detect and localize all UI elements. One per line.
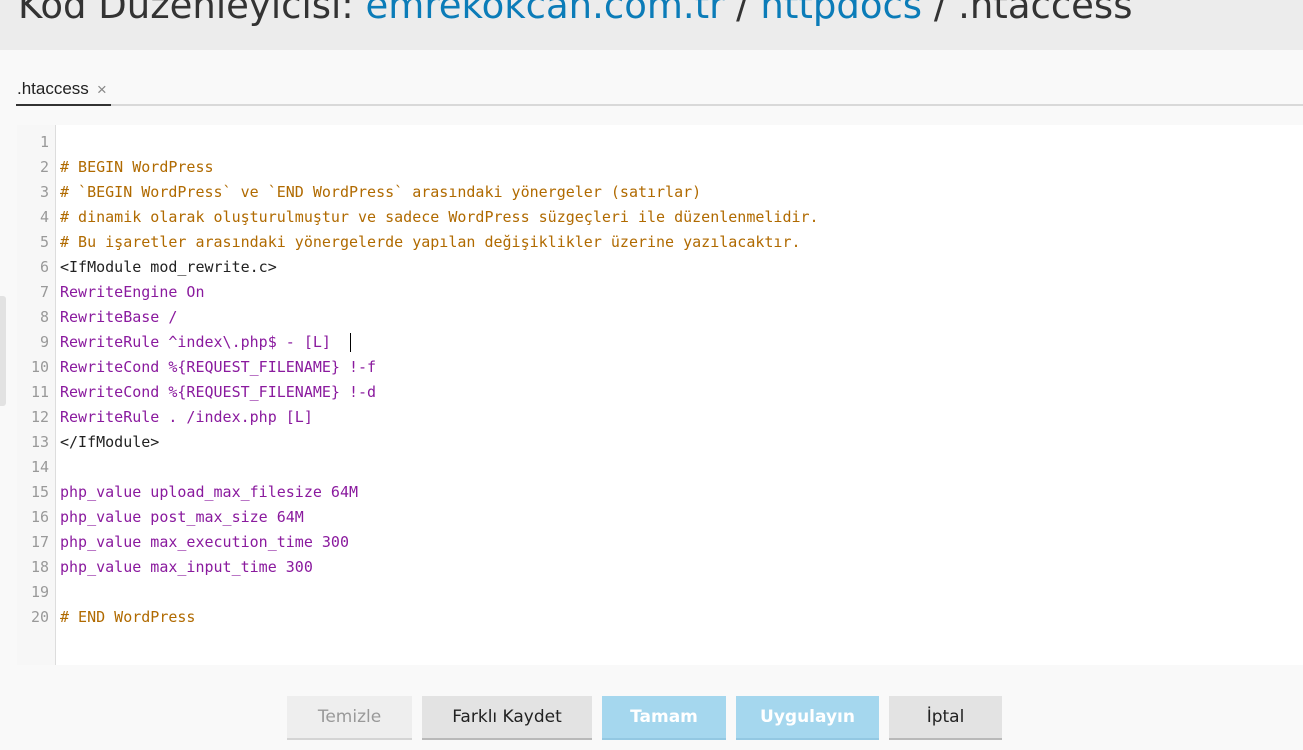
cancel-button[interactable]: İptal <box>889 696 1002 740</box>
line-number: 17 <box>30 533 49 551</box>
code-line: 13 </IfModule> <box>17 430 1303 455</box>
apply-button[interactable]: Uygulayın <box>736 696 879 740</box>
line-number: 6 <box>39 258 49 276</box>
code-text: RewriteCond %{REQUEST_FILENAME} !-f <box>60 358 377 376</box>
line-number: 18 <box>30 558 49 576</box>
code-text: # Bu işaretler arasındaki yönergelerde y… <box>60 233 801 251</box>
resize-handle[interactable] <box>0 296 6 406</box>
line-number: 14 <box>30 458 49 476</box>
line-number: 5 <box>39 233 49 251</box>
line-number: 15 <box>30 483 49 501</box>
line-number: 2 <box>39 158 49 176</box>
code-text: RewriteEngine On <box>60 283 205 301</box>
line-number: 11 <box>30 383 49 401</box>
line-number: 10 <box>30 358 49 376</box>
code-line: 18 php_value max_input_time 300 <box>17 555 1303 580</box>
code-line: 14 <box>17 455 1303 480</box>
code-text: # dinamik olarak oluşturulmuştur ve sade… <box>60 208 819 226</box>
line-number: 3 <box>39 183 49 201</box>
tab-label: .htaccess <box>17 79 89 98</box>
title-bar: Kod Düzenleyicisi: emrekokcan.com.tr / h… <box>0 0 1303 50</box>
title-prefix: Kod Düzenleyicisi: <box>18 0 354 27</box>
code-text: php_value max_input_time 300 <box>60 558 313 576</box>
code-line: 10 RewriteCond %{REQUEST_FILENAME} !-f <box>17 355 1303 380</box>
code-line: 7 RewriteEngine On <box>17 280 1303 305</box>
line-number: 1 <box>39 133 49 151</box>
line-number: 20 <box>30 608 49 626</box>
ok-button[interactable]: Tamam <box>602 696 726 740</box>
close-icon[interactable]: × <box>97 81 107 98</box>
breadcrumb-file: .htaccess <box>958 0 1133 27</box>
line-number: 9 <box>39 333 49 351</box>
page-title: Kod Düzenleyicisi: emrekokcan.com.tr / h… <box>18 0 1133 32</box>
editor-panel: .htaccess × 1 2 # BEGIN WordPress 3 # `BEG… <box>0 50 1303 750</box>
code-text: php_value max_execution_time 300 <box>60 533 349 551</box>
code-line: 3 # `BEGIN WordPress` ve `END WordPress` … <box>17 180 1303 205</box>
code-line: 4 # dinamik olarak oluşturulmuştur ve sad… <box>17 205 1303 230</box>
code-text: </IfModule> <box>60 433 160 451</box>
code-line: 15 php_value upload_max_filesize 64M <box>17 480 1303 505</box>
code-text: RewriteCond %{REQUEST_FILENAME} !-d <box>60 383 377 401</box>
code-line: 1 <box>17 130 1303 155</box>
code-text: php_value upload_max_filesize 64M <box>60 483 359 501</box>
line-number: 19 <box>30 583 49 601</box>
code-text: RewriteRule . /index.php [L] <box>60 408 313 426</box>
code-line: 6 <IfModule mod_rewrite.c> <box>17 255 1303 280</box>
line-number: 16 <box>30 508 49 526</box>
line-number: 13 <box>30 433 49 451</box>
code-text: <IfModule mod_rewrite.c> <box>60 258 277 276</box>
code-line: 5 # Bu işaretler arasındaki yönergelerde … <box>17 230 1303 255</box>
code-line: 20 # END WordPress <box>17 605 1303 630</box>
line-number: 7 <box>39 283 49 301</box>
tab-htaccess[interactable]: .htaccess × <box>16 74 111 106</box>
code-line: 16 php_value post_max_size 64M <box>17 505 1303 530</box>
code-lines: 1 2 # BEGIN WordPress 3 # `BEGIN WordPress… <box>17 130 1303 630</box>
code-text: # `BEGIN WordPress` ve `END WordPress` a… <box>60 183 702 201</box>
line-number: 12 <box>30 408 49 426</box>
breadcrumb-separator: / <box>933 0 947 27</box>
code-text: php_value post_max_size 64M <box>60 508 304 526</box>
line-number: 8 <box>39 308 49 326</box>
clear-button[interactable]: Temizle <box>287 696 412 740</box>
code-line: 11 RewriteCond %{REQUEST_FILENAME} !-d <box>17 380 1303 405</box>
code-line: 12 RewriteRule . /index.php [L] <box>17 405 1303 430</box>
line-number: 4 <box>39 208 49 226</box>
code-line: 2 # BEGIN WordPress <box>17 155 1303 180</box>
code-text: RewriteRule ^index\.php$ - [L] <box>60 333 331 351</box>
code-line: 9 RewriteRule ^index\.php$ - [L] <box>17 330 1303 355</box>
file-tabs: .htaccess × <box>16 74 1303 106</box>
breadcrumb-separator: / <box>736 0 749 27</box>
breadcrumb-folder-link[interactable]: httpdocs <box>760 0 922 27</box>
code-text: RewriteBase / <box>60 308 178 326</box>
code-line: 19 <box>17 580 1303 605</box>
code-text: # BEGIN WordPress <box>60 158 214 176</box>
text-cursor <box>350 333 351 352</box>
breadcrumb-domain-link[interactable]: emrekokcan.com.tr <box>366 0 725 27</box>
save-as-button[interactable]: Farklı Kaydet <box>422 696 592 740</box>
code-line: 8 RewriteBase / <box>17 305 1303 330</box>
code-line: 17 php_value max_execution_time 300 <box>17 530 1303 555</box>
code-text: # END WordPress <box>60 608 196 626</box>
action-bar: Temizle Farklı Kaydet Tamam Uygulayın İp… <box>0 696 1303 742</box>
code-editor[interactable]: 1 2 # BEGIN WordPress 3 # `BEGIN WordPress… <box>17 125 1303 665</box>
